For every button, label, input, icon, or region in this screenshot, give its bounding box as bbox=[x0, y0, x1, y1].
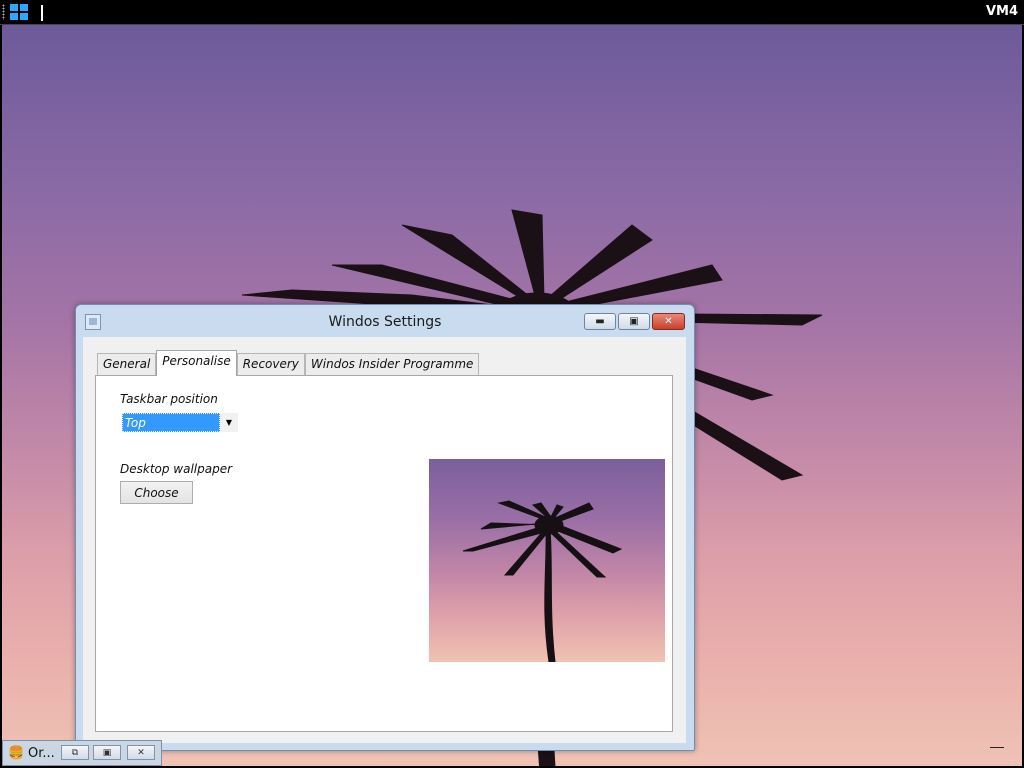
taskbar-position-label: Taskbar position bbox=[120, 392, 218, 406]
maximize-icon: ▣ bbox=[102, 747, 112, 758]
dropdown-arrow-icon[interactable]: ▼ bbox=[226, 418, 232, 427]
tab-windos-insider-programme[interactable]: Windos Insider Programme bbox=[304, 353, 480, 375]
tab-recovery[interactable]: Recovery bbox=[236, 353, 305, 375]
window-client-area: General Personalise Recovery Windos Insi… bbox=[83, 337, 686, 743]
close-icon: ✕ bbox=[137, 747, 145, 758]
top-taskbar: VM4 bbox=[0, 0, 1024, 25]
maximize-button[interactable]: ▣ bbox=[618, 313, 650, 330]
desktop-wallpaper-label: Desktop wallpaper bbox=[120, 462, 233, 476]
personalise-panel: Taskbar position Top ▼ Desktop wallpaper… bbox=[95, 375, 673, 732]
preview-palm-tree bbox=[462, 500, 623, 662]
tab-general[interactable]: General bbox=[97, 353, 157, 375]
corner-dash bbox=[990, 747, 1004, 748]
minimized-app-title: Or... bbox=[28, 746, 55, 761]
wallpaper-preview bbox=[429, 459, 665, 662]
windows-logo-icon[interactable] bbox=[10, 4, 28, 20]
maximize-icon: ▣ bbox=[629, 316, 639, 327]
tab-personalise[interactable]: Personalise bbox=[156, 350, 237, 376]
minimize-button[interactable]: ▬ bbox=[584, 313, 616, 330]
minimized-app-window[interactable]: 🍔 Or... ⧉ ▣ ✕ bbox=[2, 740, 162, 766]
vm-label: VM4 bbox=[985, 4, 1018, 19]
close-icon: ✕ bbox=[664, 316, 673, 327]
burger-icon: 🍔 bbox=[8, 746, 25, 761]
close-button[interactable]: ✕ bbox=[127, 745, 155, 760]
minimize-icon: ▬ bbox=[595, 316, 605, 327]
choose-wallpaper-button[interactable]: Choose bbox=[120, 481, 193, 504]
maximize-button[interactable]: ▣ bbox=[93, 745, 121, 760]
close-button[interactable]: ✕ bbox=[652, 313, 685, 330]
tab-strip: General Personalise Recovery Windos Insi… bbox=[97, 349, 480, 376]
text-cursor bbox=[41, 5, 43, 21]
taskbar-grip[interactable] bbox=[2, 4, 5, 20]
settings-window[interactable]: Windos Settings ▬ ▣ ✕ General Personalis… bbox=[75, 304, 695, 751]
title-bar[interactable]: Windos Settings ▬ ▣ ✕ bbox=[76, 305, 694, 337]
restore-button[interactable]: ⧉ bbox=[61, 745, 89, 760]
restore-icon: ⧉ bbox=[71, 747, 79, 758]
taskbar-position-value: Top bbox=[122, 413, 220, 432]
taskbar-position-select[interactable]: Top ▼ bbox=[122, 413, 238, 432]
